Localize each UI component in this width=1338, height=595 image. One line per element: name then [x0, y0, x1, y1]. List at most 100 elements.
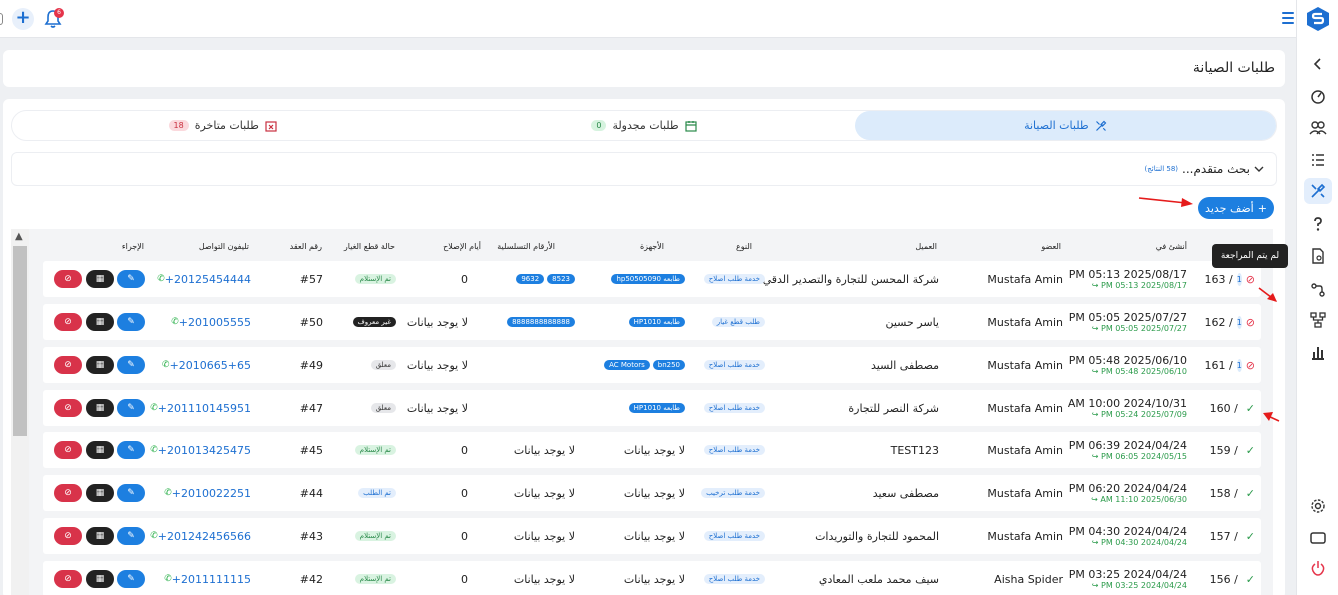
menu-icon[interactable] — [1282, 12, 1294, 24]
table-row[interactable]: 160 / ✓ AM 10:00 2024/10/31 ↪ PM 05:24 2025… — [43, 390, 1261, 426]
member-cell: Aisha Spider — [953, 561, 1063, 595]
contact-phone[interactable]: +20125454444 — [165, 273, 251, 286]
cancel-button[interactable]: ⊘ — [54, 527, 82, 545]
cancel-button[interactable]: ⊘ — [54, 441, 82, 459]
member-name: Aisha Spider — [994, 572, 1063, 586]
advanced-search-toggle[interactable]: بحث متقدم... (58 النتائج) — [1145, 162, 1265, 176]
reviewed-status-icon[interactable]: ✓ — [1246, 402, 1255, 415]
bar-chart-icon[interactable] — [1308, 342, 1328, 362]
table-row[interactable]: 156 / ✓ PM 03:25 2024/04/24 ↪ PM 03:25 2024… — [43, 561, 1261, 595]
table-row[interactable]: 158 / ✓ PM 06:20 2024/04/24 ↪ AM 11:10 2025… — [43, 475, 1261, 511]
phone-cell: ✆ +201005555 — [141, 304, 251, 340]
add-icon[interactable]: + — [12, 8, 34, 30]
edit-button[interactable]: ✎ — [117, 527, 145, 545]
power-icon[interactable] — [1308, 558, 1328, 578]
contact-phone[interactable]: +201013425475 — [158, 444, 251, 457]
type-badge: خدمة طلب اصلاح — [703, 531, 765, 541]
tab-late-requests[interactable]: طلبات متاخرة 18 — [12, 111, 433, 140]
calendar-icon — [685, 120, 697, 132]
whatsapp-icon[interactable]: ✆ — [164, 488, 172, 498]
edit-button[interactable]: ✎ — [117, 441, 145, 459]
whatsapp-icon[interactable]: ✆ — [164, 574, 172, 584]
contact-phone[interactable]: +201005555 — [179, 316, 251, 329]
advanced-search-bar[interactable]: بحث متقدم... (58 النتائج) — [11, 152, 1277, 186]
repair-days: لا يوجد بيانات — [406, 315, 468, 329]
dashboard-gauge-icon[interactable] — [1308, 86, 1328, 106]
not-reviewed-status-icon[interactable]: ⊘ — [1246, 359, 1255, 372]
cancel-button[interactable]: ⊘ — [54, 313, 82, 331]
request-id-cell: 157 / ✓ — [1205, 518, 1255, 554]
collapse-edge-icon[interactable] — [0, 13, 3, 25]
reviewed-status-icon[interactable]: ✓ — [1246, 444, 1255, 457]
table-row[interactable]: 157 / ✓ PM 04:30 2024/04/24 ↪ PM 04:30 2024… — [43, 518, 1261, 554]
edit-button[interactable]: ✎ — [117, 484, 145, 502]
header-parts-status: حالة قطع الغيار — [343, 242, 395, 251]
edit-button[interactable]: ✎ — [117, 270, 145, 288]
calculator-button[interactable]: ▦ — [86, 527, 114, 545]
document-settings-icon[interactable] — [1308, 246, 1328, 266]
whatsapp-icon[interactable]: ✆ — [171, 317, 179, 327]
type-badge: خدمة طلب اصلاح — [703, 360, 765, 370]
calculator-icon: ▦ — [95, 403, 105, 413]
contact-phone[interactable]: +2010022251 — [172, 487, 251, 500]
member-name: Mustafa Amin — [987, 401, 1063, 415]
whatsapp-icon[interactable]: ✆ — [157, 274, 165, 284]
table-row[interactable]: 161 /1 ⊘ PM 05:48 2025/06/10 ↪ PM 05:48 202… — [43, 347, 1261, 383]
reviewed-status-icon[interactable]: ✓ — [1246, 530, 1255, 543]
calculator-button[interactable]: ▦ — [86, 399, 114, 417]
calculator-button[interactable]: ▦ — [86, 356, 114, 374]
settings-gear-icon[interactable] — [1308, 496, 1328, 516]
hierarchy-icon[interactable] — [1308, 310, 1328, 330]
type-badge: خدمة طلب اصلاح — [703, 274, 765, 284]
cancel-button[interactable]: ⊘ — [54, 356, 82, 374]
calculator-button[interactable]: ▦ — [86, 441, 114, 459]
header-type: النوع — [736, 242, 752, 251]
maintenance-tools-icon[interactable] — [1304, 178, 1332, 204]
reviewed-status-icon[interactable]: ✓ — [1246, 573, 1255, 586]
table-row[interactable]: 163 /1 ⊘ PM 05:13 2025/08/17 ↪ PM 05:13 202… — [43, 261, 1261, 297]
table-row[interactable]: 162 /1 ⊘ PM 05:05 2025/07/27 ↪ PM 05:05 202… — [43, 304, 1261, 340]
cancel-button[interactable]: ⊘ — [54, 270, 82, 288]
scroll-up-icon[interactable]: ▲ — [15, 231, 23, 242]
cancel-button[interactable]: ⊘ — [54, 570, 82, 588]
whatsapp-icon[interactable]: ✆ — [150, 531, 158, 541]
tab-scheduled-requests[interactable]: طلبات مجدولة 0 — [433, 111, 854, 140]
add-new-button[interactable]: + أضف جديد — [1198, 197, 1274, 219]
serial-badge: 9632 — [516, 274, 545, 284]
edit-button[interactable]: ✎ — [117, 399, 145, 417]
whatsapp-icon[interactable]: ✆ — [150, 403, 158, 413]
contact-phone[interactable]: +201110145951 — [158, 402, 251, 415]
table-row[interactable]: 159 / ✓ PM 06:39 2024/04/24 ↪ PM 06:05 2024… — [43, 432, 1261, 468]
serials-cell — [475, 347, 575, 383]
list-icon[interactable] — [1308, 150, 1328, 170]
calculator-button[interactable]: ▦ — [86, 484, 114, 502]
reviewed-status-icon[interactable]: ✓ — [1246, 487, 1255, 500]
cancel-button[interactable]: ⊘ — [54, 484, 82, 502]
not-reviewed-status-icon[interactable]: ⊘ — [1246, 273, 1255, 286]
whatsapp-icon[interactable]: ✆ — [150, 445, 158, 455]
not-reviewed-status-icon[interactable]: ⊘ — [1246, 316, 1255, 329]
users-icon[interactable] — [1308, 118, 1328, 138]
calculator-button[interactable]: ▦ — [86, 313, 114, 331]
help-icon[interactable] — [1308, 214, 1328, 234]
edit-button[interactable]: ✎ — [117, 356, 145, 374]
scrollbar[interactable]: ▲ — [11, 229, 29, 595]
calculator-button[interactable]: ▦ — [86, 570, 114, 588]
scrollbar-thumb[interactable] — [13, 246, 27, 436]
chevron-left-icon[interactable] — [1308, 54, 1328, 74]
tab-maintenance-requests[interactable]: طلبات الصيانة — [854, 111, 1276, 140]
whatsapp-icon[interactable]: ✆ — [162, 360, 170, 370]
member-name: Mustafa Amin — [987, 358, 1063, 372]
window-icon[interactable] — [1308, 528, 1328, 548]
edit-button[interactable]: ✎ — [117, 570, 145, 588]
contact-phone[interactable]: +201242456566 — [158, 530, 251, 543]
client-name: مصطفى سعيد — [872, 486, 939, 500]
devices-cell: لا يوجد بيانات — [565, 432, 685, 468]
cancel-button[interactable]: ⊘ — [54, 399, 82, 417]
serials-empty: لا يوجد بيانات — [513, 572, 575, 586]
edit-button[interactable]: ✎ — [117, 313, 145, 331]
calculator-button[interactable]: ▦ — [86, 270, 114, 288]
workflow-icon[interactable] — [1308, 280, 1328, 300]
contact-phone[interactable]: +2011111115 — [172, 573, 251, 586]
contact-phone[interactable]: +2010665+65 — [170, 359, 251, 372]
